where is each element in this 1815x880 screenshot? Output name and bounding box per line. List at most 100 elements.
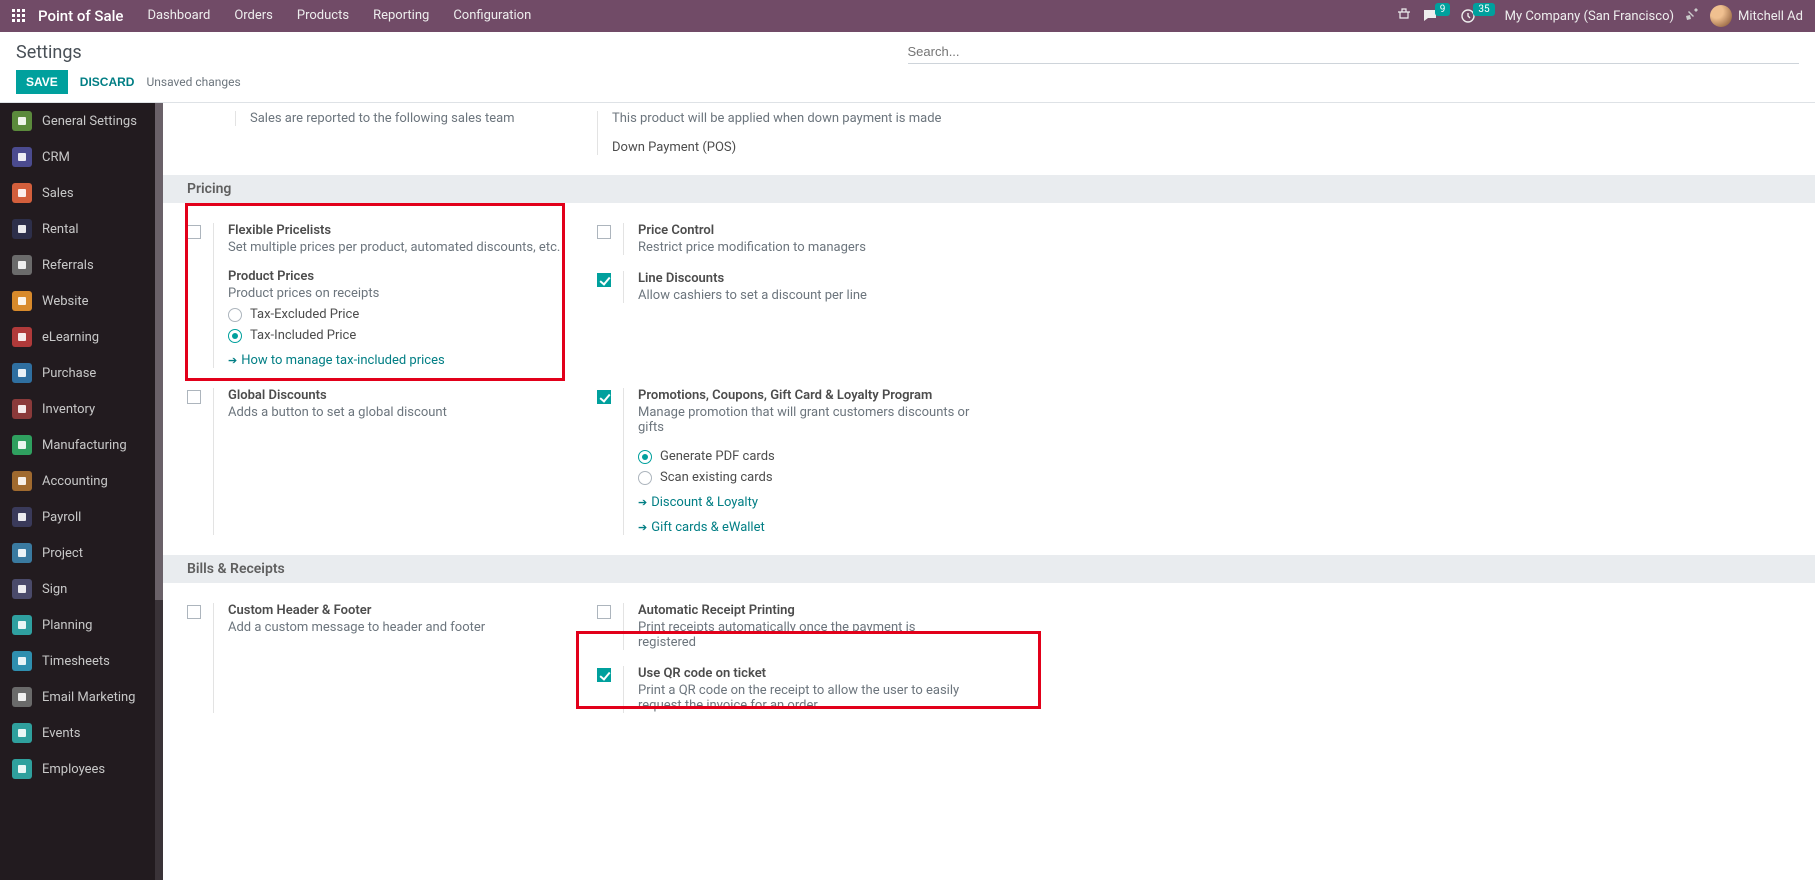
sidebar-item-rental[interactable]: Rental [0,211,155,247]
sidebar-item-manufacturing[interactable]: Manufacturing [0,427,155,463]
scan-cards-radio[interactable] [638,471,652,485]
module-icon [12,687,32,707]
top-menu: Dashboard Orders Products Reporting Conf… [135,0,543,32]
discount-loyalty-link[interactable]: ➔ Discount & Loyalty [638,495,975,510]
save-button[interactable]: SAVE [16,70,68,94]
auto-receipt-title: Automatic Receipt Printing [638,603,975,618]
sidebar-item-label: Email Marketing [42,690,135,705]
menu-dashboard[interactable]: Dashboard [135,0,222,32]
qr-code-desc: Print a QR code on the receipt to allow … [638,683,975,713]
sidebar-item-purchase[interactable]: Purchase [0,355,155,391]
sidebar-item-events[interactable]: Events [0,715,155,751]
user-menu[interactable]: Mitchell Ad [1710,5,1803,27]
product-prices-title: Product Prices [228,269,565,284]
line-discounts-title: Line Discounts [638,271,975,286]
menu-reporting[interactable]: Reporting [361,0,441,32]
sidebar-item-inventory[interactable]: Inventory [0,391,155,427]
sidebar-item-payroll[interactable]: Payroll [0,499,155,535]
qr-code-title: Use QR code on ticket [638,666,975,681]
module-icon [12,615,32,635]
tax-help-label: How to manage tax-included prices [241,353,444,368]
company-switcher[interactable]: My Company (San Francisco) [1505,9,1674,24]
sidebar-item-label: Website [42,294,89,309]
sidebar-item-website[interactable]: Website [0,283,155,319]
sidebar-item-label: Purchase [42,366,96,381]
app-brand[interactable]: Point of Sale [34,7,135,25]
module-icon [12,363,32,383]
sidebar-item-email-marketing[interactable]: Email Marketing [0,679,155,715]
menu-configuration[interactable]: Configuration [441,0,543,32]
sidebar-item-employees[interactable]: Employees [0,751,155,787]
module-icon [12,435,32,455]
sidebar-item-accounting[interactable]: Accounting [0,463,155,499]
sidebar-item-label: Events [42,726,80,741]
sidebar-item-label: Sign [42,582,67,597]
price-control-checkbox[interactable] [597,225,611,239]
sidebar-item-planning[interactable]: Planning [0,607,155,643]
module-icon [12,147,32,167]
module-icon [12,579,32,599]
promotions-title: Promotions, Coupons, Gift Card & Loyalty… [638,388,975,403]
tax-included-radio[interactable] [228,329,242,343]
line-discounts-checkbox[interactable] [597,273,611,287]
tax-included-help-link[interactable]: ➔ How to manage tax-included prices [228,353,565,368]
auto-receipt-desc: Print receipts automatically once the pa… [638,620,975,650]
custom-header-footer-checkbox[interactable] [187,605,201,619]
sidebar-item-referrals[interactable]: Referrals [0,247,155,283]
price-control-desc: Restrict price modification to managers [638,240,975,255]
sidebar-item-project[interactable]: Project [0,535,155,571]
activity-icon[interactable]: 35 [1460,8,1494,24]
sidebar-item-label: Project [42,546,83,561]
menu-orders[interactable]: Orders [222,0,285,32]
section-bills-receipts: Bills & Receipts [163,555,1815,583]
sidebar-item-label: Accounting [42,474,108,489]
sidebar-item-label: Referrals [42,258,94,273]
scan-cards-label: Scan existing cards [660,470,773,485]
sidebar-item-label: General Settings [42,114,137,129]
user-name: Mitchell Ad [1738,9,1803,24]
sidebar-item-label: Employees [42,762,105,777]
sidebar-item-timesheets[interactable]: Timesheets [0,643,155,679]
generate-pdf-label: Generate PDF cards [660,449,775,464]
sidebar-item-sales[interactable]: Sales [0,175,155,211]
module-icon [12,291,32,311]
generate-pdf-radio[interactable] [638,450,652,464]
qr-code-checkbox[interactable] [597,668,611,682]
sidebar-item-label: Timesheets [42,654,110,669]
page-title: Settings [16,42,908,63]
sidebar-item-label: Rental [42,222,79,237]
sidebar-item-sign[interactable]: Sign [0,571,155,607]
debug-icon[interactable] [1684,6,1700,26]
line-discounts-desc: Allow cashiers to set a discount per lin… [638,288,975,303]
search-input[interactable] [908,40,1800,64]
flexible-pricelists-title: Flexible Pricelists [228,223,565,238]
sidebar-scrollbar[interactable] [155,103,163,880]
sidebar-item-elearning[interactable]: eLearning [0,319,155,355]
discard-button[interactable]: DISCARD [80,75,135,89]
control-panel: Settings SAVE DISCARD Unsaved changes [0,32,1815,103]
module-icon [12,651,32,671]
messaging-icon[interactable]: 9 [1422,8,1451,24]
global-discounts-desc: Adds a button to set a global discount [228,405,565,420]
sidebar-item-label: Sales [42,186,74,201]
gift-ewallet-link[interactable]: ➔ Gift cards & eWallet [638,520,975,535]
tax-excluded-label: Tax-Excluded Price [250,307,359,322]
module-icon [12,471,32,491]
sidebar-item-general-settings[interactable]: General Settings [0,103,155,139]
flexible-pricelists-checkbox[interactable] [187,225,201,239]
activity-badge: 35 [1473,3,1494,16]
apps-icon[interactable] [8,5,34,27]
section-pricing: Pricing [163,175,1815,203]
module-icon [12,399,32,419]
module-icon [12,759,32,779]
down-payment-note: This product will be applied when down p… [612,111,967,126]
promotions-checkbox[interactable] [597,390,611,404]
global-discounts-checkbox[interactable] [187,390,201,404]
auto-receipt-checkbox[interactable] [597,605,611,619]
module-icon [12,111,32,131]
shortcut-icon[interactable] [1396,6,1412,26]
tax-excluded-radio[interactable] [228,308,242,322]
down-payment-value: Down Payment (POS) [612,140,967,155]
sidebar-item-crm[interactable]: CRM [0,139,155,175]
menu-products[interactable]: Products [285,0,361,32]
